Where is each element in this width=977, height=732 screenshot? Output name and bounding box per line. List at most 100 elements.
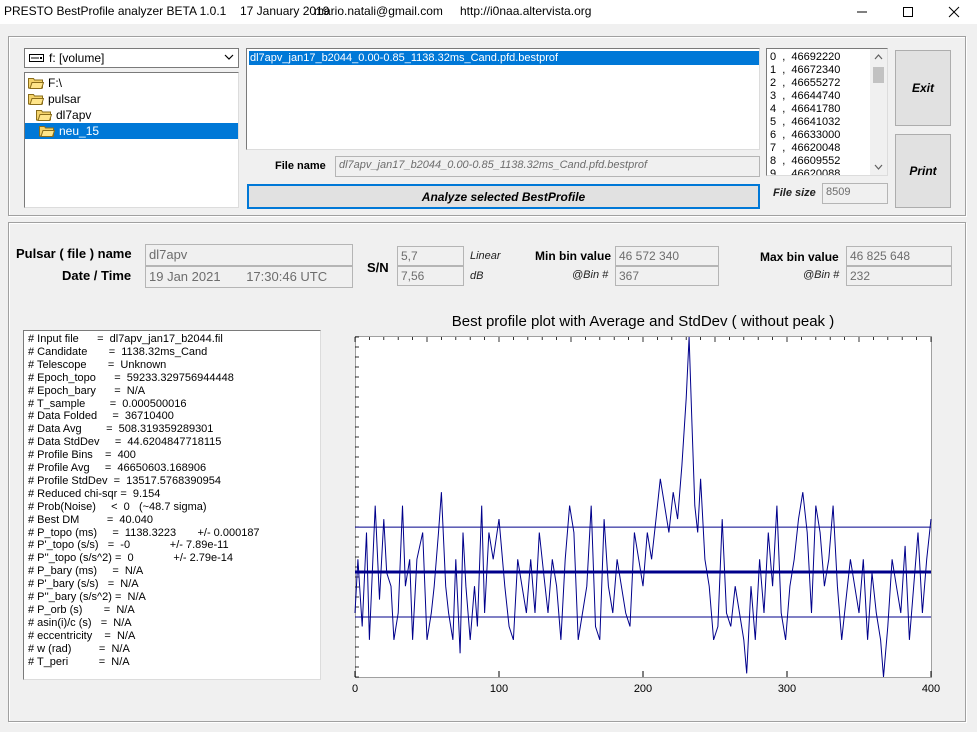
list-item[interactable]: 1 , 46672340 <box>770 64 840 77</box>
datetime-label: Date / Time <box>62 268 132 283</box>
sn-linear-field: 5,7 <box>397 246 464 266</box>
profile-values-list[interactable]: 0 , 46692220 1 , 46672340 2 , 46655272 3… <box>766 48 888 176</box>
info-line: # Best DM = 40.040 <box>28 513 154 526</box>
info-line: # Prob(Noise) < 0 (~48.7 sigma) <box>28 500 207 513</box>
file-list[interactable]: dl7apv_jan17_b2044_0.00-0.85_1138.32ms_C… <box>246 48 760 150</box>
scroll-up-icon <box>874 54 883 60</box>
info-line: # Data Folded = 36710400 <box>28 410 174 423</box>
drive-icon <box>29 54 44 62</box>
list-item[interactable]: 3 , 46644740 <box>770 90 840 103</box>
info-line: # Profile Avg = 46650603.168906 <box>28 462 207 474</box>
author-email: mario.natali@gmail.com <box>314 4 443 18</box>
min-bin-field: 46 572 340 <box>615 246 719 266</box>
list-item[interactable]: 7 , 46620048 <box>770 142 840 155</box>
open-folder-icon <box>39 126 55 137</box>
info-line: # Input file = dl7apv_jan17_b2044.fil <box>28 333 223 345</box>
tree-item-neu-15[interactable]: neu_15 <box>25 123 238 139</box>
tree-item-root[interactable]: F:\ <box>28 75 62 91</box>
app-title: PRESTO BestProfile analyzer BETA 1.0.1 <box>4 4 227 18</box>
x-tick-label: 100 <box>490 683 508 695</box>
time-value: 17:30:46 UTC <box>246 269 328 284</box>
drive-select-value: f: [volume] <box>49 51 105 65</box>
minimize-button[interactable] <box>839 0 885 24</box>
info-line: # eccentricity = N/A <box>28 629 136 642</box>
info-line: # P_orb (s) = N/A <box>28 603 135 616</box>
tree-item-dl7apv[interactable]: dl7apv <box>36 107 91 123</box>
close-icon <box>948 6 960 18</box>
minimize-icon <box>857 11 867 13</box>
drive-select[interactable]: f: [volume] <box>24 48 239 68</box>
max-bin-label: Max bin value <box>760 250 839 264</box>
list-item[interactable]: 5 , 46641032 <box>770 116 840 129</box>
file-name-field[interactable]: dl7apv_jan17_b2044_0.00-0.85_1138.32ms_C… <box>335 156 760 177</box>
x-tick-label: 300 <box>778 683 796 695</box>
plot-title: Best profile plot with Average and StdDe… <box>452 313 834 330</box>
info-line: # Epoch_topo = 59233.329756944448 <box>28 371 234 384</box>
title-bar: PRESTO BestProfile analyzer BETA 1.0.1 1… <box>0 0 977 24</box>
info-line: # Profile Bins = 400 <box>28 449 136 462</box>
info-line: # w (rad) = N/A <box>28 642 130 655</box>
tree-item-label: pulsar <box>48 92 81 106</box>
list-item[interactable]: 4 , 46641780 <box>770 103 840 116</box>
scroll-down-icon <box>874 164 883 170</box>
max-bin-index-field: 232 <box>846 266 952 286</box>
info-line: # P'_topo (s/s) = -0 +/- 7.89e-11 <box>28 539 229 552</box>
list-item[interactable]: 6 , 46633000 <box>770 129 840 142</box>
file-size-field: 8509 <box>822 183 888 204</box>
chevron-down-icon <box>224 54 234 60</box>
info-line: # P_bary (ms) = N/A <box>28 565 144 578</box>
max-bin-field: 46 825 648 <box>846 246 952 266</box>
open-folder-icon <box>28 94 44 105</box>
info-line: # Telescope = Unknown <box>28 358 167 371</box>
tree-item-label: neu_15 <box>59 124 100 138</box>
sn-linear-unit: Linear <box>470 250 501 262</box>
info-line: # P_topo (ms) = 1138.3223 +/- 0.000187 <box>28 526 260 539</box>
info-line: # Data Avg = 508.319359289301 <box>28 423 214 436</box>
min-bin-label: Min bin value <box>535 249 612 263</box>
maximize-button[interactable] <box>885 0 931 24</box>
sn-db-unit: dB <box>470 270 484 282</box>
info-line: # Candidate = 1138.32ms_Cand <box>28 345 208 358</box>
max-bin-index-label: @Bin # <box>803 269 840 281</box>
info-line: # Data StdDev = 44.6204847718115 <box>28 436 222 449</box>
tree-item-label: dl7apv <box>56 108 92 122</box>
sn-db-field: 7,56 <box>397 266 464 286</box>
print-button[interactable]: Print <box>895 134 951 208</box>
file-name-label: File name <box>275 160 326 172</box>
x-tick-label: 400 <box>922 683 940 695</box>
tree-item-pulsar[interactable]: pulsar <box>28 91 81 107</box>
tree-item-label: F:\ <box>48 76 62 90</box>
file-size-label: File size <box>773 187 816 199</box>
maximize-icon <box>903 7 913 17</box>
sn-label: S/N <box>367 260 389 275</box>
list-item[interactable]: 8 , 46609552 <box>770 155 840 168</box>
author-url: http://i0naa.altervista.org <box>460 4 592 18</box>
info-line: # T_sample = 0.000500016 <box>28 397 187 410</box>
bestprof-info-box: # Input file = dl7apv_jan17_b2044.fil # C… <box>23 330 321 680</box>
info-line: # P'_bary (s/s) = N/A <box>28 578 139 591</box>
list-item[interactable]: 0 , 46692220 <box>770 51 840 64</box>
x-tick-label: 0 <box>352 683 358 695</box>
date-value: 19 Jan 2021 <box>149 269 221 284</box>
info-line: # P''_topo (s/s^2) = 0 +/- 2.79e-14 <box>28 552 234 565</box>
info-line: # asin(i)/c (s) = N/A <box>28 616 132 629</box>
profile-plot: Best profile plot with Average and StdDe… <box>352 313 940 695</box>
list-item[interactable]: 2 , 46655272 <box>770 77 840 90</box>
info-line: # P''_bary (s/s^2) = N/A <box>28 591 146 603</box>
open-folder-icon <box>36 110 52 121</box>
x-tick-label: 200 <box>634 683 652 695</box>
datetime-field: 19 Jan 2021 17:30:46 UTC <box>145 266 353 288</box>
list-item[interactable]: 9 , 46620088 <box>770 168 840 175</box>
exit-button[interactable]: Exit <box>895 50 951 126</box>
info-line: # Reduced chi-sqr = 9.154 <box>28 487 161 500</box>
open-folder-icon <box>28 78 44 89</box>
close-button[interactable] <box>931 0 977 24</box>
info-line: # Epoch_bary = N/A <box>28 384 146 397</box>
info-line: # T_peri = N/A <box>28 655 130 668</box>
analyze-button[interactable]: Analyze selected BestProfile <box>247 184 760 209</box>
min-bin-index-field: 367 <box>615 266 719 286</box>
pulsar-name-field: dl7apv <box>145 244 353 266</box>
values-scrollbar[interactable] <box>870 49 887 175</box>
file-list-item[interactable]: dl7apv_jan17_b2044_0.00-0.85_1138.32ms_C… <box>249 51 759 65</box>
directory-tree[interactable]: F:\ pulsar dl7apv neu_15 <box>24 72 239 208</box>
